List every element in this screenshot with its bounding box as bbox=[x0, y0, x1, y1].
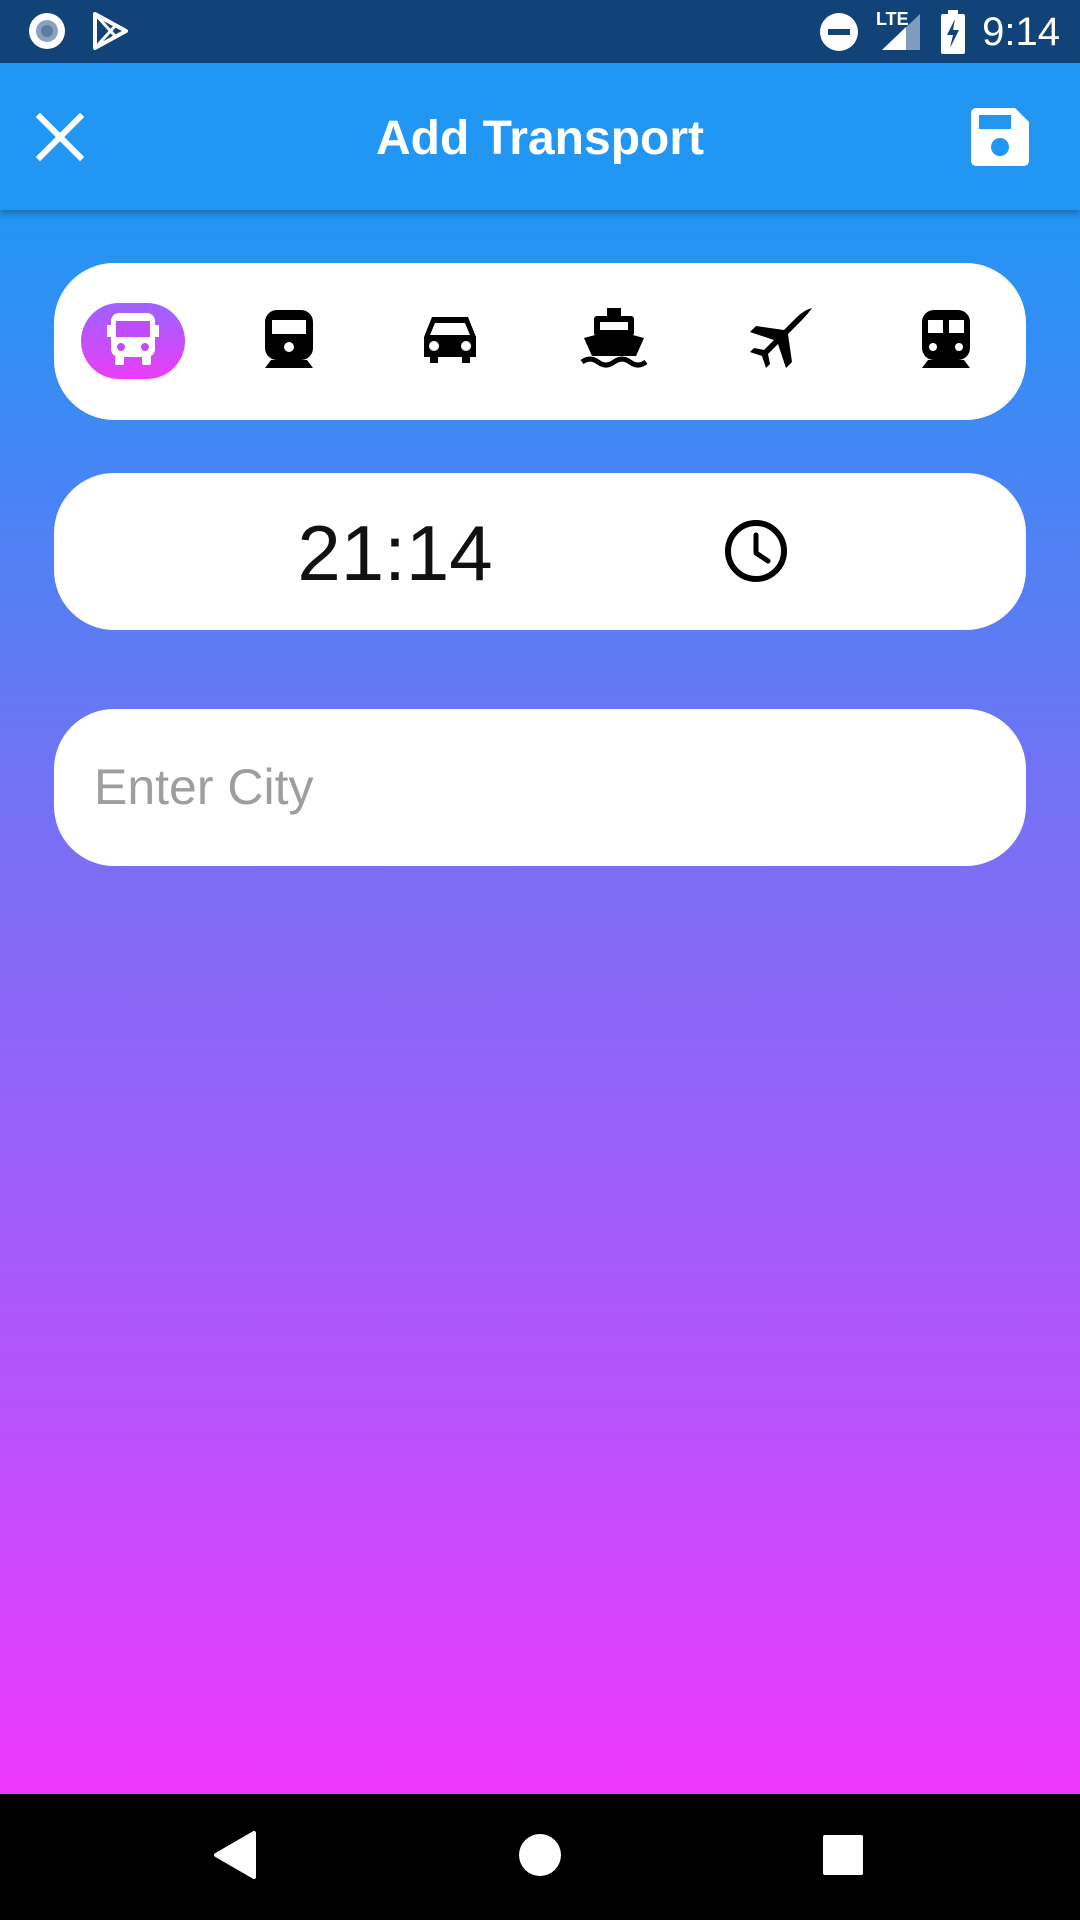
do-not-disturb-icon bbox=[819, 12, 859, 57]
record-icon bbox=[27, 11, 67, 56]
save-button[interactable] bbox=[962, 101, 1038, 177]
transport-option-car[interactable] bbox=[398, 303, 502, 379]
home-button[interactable] bbox=[505, 1822, 575, 1892]
car-icon bbox=[420, 313, 480, 370]
app-bar: Add Transport bbox=[0, 63, 1080, 210]
transport-option-flight[interactable] bbox=[729, 303, 833, 379]
transport-option-bus[interactable] bbox=[81, 303, 185, 379]
city-input[interactable] bbox=[94, 739, 984, 835]
transport-option-ferry[interactable] bbox=[562, 303, 666, 379]
signal-icon bbox=[880, 12, 924, 57]
back-button[interactable] bbox=[200, 1822, 270, 1892]
back-icon bbox=[212, 1830, 258, 1885]
recents-button[interactable] bbox=[808, 1822, 878, 1892]
status-bar: LTE 9:14 bbox=[0, 0, 1080, 63]
transport-option-subway[interactable] bbox=[894, 303, 998, 379]
home-icon bbox=[517, 1832, 563, 1883]
status-time: 9:14 bbox=[982, 10, 1060, 54]
recents-icon bbox=[822, 1834, 864, 1881]
navigation-bar bbox=[0, 1794, 1080, 1920]
time-picker[interactable]: 21:14 bbox=[54, 473, 1026, 630]
airplane-icon bbox=[746, 306, 816, 377]
clock-icon[interactable] bbox=[722, 517, 790, 585]
ferry-icon bbox=[580, 306, 648, 377]
page-title: Add Transport bbox=[375, 112, 704, 165]
train-icon bbox=[261, 308, 317, 375]
time-value[interactable]: 21:14 bbox=[54, 511, 736, 595]
city-field[interactable] bbox=[54, 709, 1026, 866]
screen: LTE 9:14 Add Transport 21:14 Enter City bbox=[0, 0, 1080, 1920]
bus-icon bbox=[105, 311, 161, 372]
play-store-icon bbox=[92, 12, 130, 55]
content-area: 21:14 bbox=[0, 210, 1080, 1794]
subway-icon bbox=[918, 308, 974, 375]
battery-charging-icon bbox=[940, 10, 966, 59]
save-icon bbox=[969, 106, 1031, 173]
transport-type-selector bbox=[54, 263, 1026, 420]
transport-option-train[interactable] bbox=[237, 303, 341, 379]
